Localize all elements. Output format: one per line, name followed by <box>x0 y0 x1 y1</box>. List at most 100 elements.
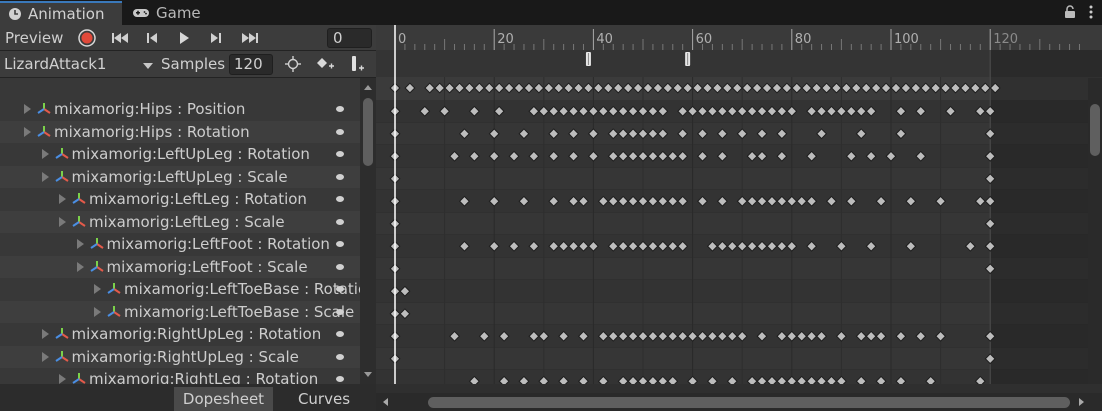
play-button[interactable] <box>169 27 199 49</box>
ruler-label: 80 <box>795 32 812 47</box>
foldout-arrow-icon[interactable] <box>24 104 31 115</box>
property-row[interactable]: mixamorig:LeftToeBase : Rotation <box>0 278 360 301</box>
tab-dopesheet[interactable]: Dopesheet <box>174 387 273 411</box>
property-row[interactable]: mixamorig:LeftToeBase : Scale <box>0 300 360 323</box>
foldout-arrow-icon[interactable] <box>94 306 101 317</box>
property-row[interactable]: mixamorig:RightLeg : Rotation <box>0 368 360 384</box>
curve-visibility-icon[interactable] <box>336 263 344 270</box>
lock-icon[interactable] <box>1064 5 1076 19</box>
tab-game[interactable]: Game <box>124 1 224 25</box>
crosshair-icon <box>285 56 301 72</box>
timeline-scrollbar[interactable] <box>376 393 1102 411</box>
property-hierarchy: mixamorig:Hips : Position mixamorig:Hips … <box>0 78 360 384</box>
transform-icon <box>72 193 86 205</box>
snap-button[interactable] <box>278 53 308 75</box>
ruler-label: 100 <box>894 32 919 47</box>
property-label: mixamorig:LeftUpLeg : Scale <box>71 167 288 186</box>
tab-bar: Animation Game <box>0 0 1102 25</box>
curve-visibility-icon[interactable] <box>336 128 344 135</box>
more-options-icon[interactable] <box>1088 4 1094 20</box>
property-row[interactable]: mixamorig:LeftLeg : Scale <box>0 210 360 233</box>
property-row[interactable]: mixamorig:LeftUpLeg : Rotation <box>0 143 360 166</box>
skip-to-end-icon <box>242 33 258 43</box>
event-marker-line <box>587 53 589 65</box>
foldout-arrow-icon[interactable] <box>24 126 31 137</box>
transform-icon <box>54 328 69 340</box>
gamepad-icon <box>133 9 149 17</box>
clip-dropdown[interactable]: LizardAttack1 <box>0 53 157 75</box>
clip-name: LizardAttack1 <box>4 55 107 73</box>
clip-toolbar: LizardAttack1 Samples 120 <box>0 51 376 78</box>
dopesheet[interactable]: 0 20 40 60 80 100 120 <box>376 25 1102 384</box>
curve-visibility-icon[interactable] <box>336 286 344 292</box>
foldout-arrow-icon[interactable] <box>59 194 66 205</box>
transform-icon <box>89 238 104 250</box>
dopesheet-scrollbar[interactable] <box>1088 78 1102 384</box>
event-marker-line <box>687 53 689 65</box>
transform-icon <box>89 260 104 272</box>
curve-visibility-icon[interactable] <box>336 173 344 180</box>
curve-visibility-icon[interactable] <box>336 151 344 157</box>
record-button[interactable] <box>72 27 102 49</box>
foldout-arrow-icon[interactable] <box>59 374 66 384</box>
foldout-arrow-icon[interactable] <box>76 261 84 272</box>
foldout-arrow-icon[interactable] <box>41 329 49 340</box>
property-label: mixamorig:RightUpLeg : Rotation <box>71 325 322 344</box>
ruler-label: 120 <box>993 32 1018 47</box>
curve-visibility-icon[interactable] <box>336 376 344 382</box>
dopesheet-canvas[interactable]: 0 20 40 60 80 100 120 <box>376 25 1102 384</box>
foldout-arrow-icon[interactable] <box>76 239 84 250</box>
scroll-up-icon[interactable] <box>364 85 372 90</box>
tab-animation-label: Animation <box>28 5 105 23</box>
samples-field[interactable]: 120 <box>229 54 273 75</box>
property-row[interactable]: mixamorig:LeftUpLeg : Scale <box>0 165 360 188</box>
clock-icon <box>9 8 21 20</box>
preview-button[interactable]: Preview <box>0 27 68 49</box>
hierarchy-scroll-thumb[interactable] <box>363 98 373 166</box>
property-row[interactable]: mixamorig:Hips : Rotation <box>0 120 360 143</box>
curve-visibility-icon[interactable] <box>336 331 344 337</box>
tab-game-label: Game <box>156 4 201 22</box>
curve-visibility-icon[interactable] <box>336 241 344 247</box>
previous-keyframe-button[interactable] <box>137 27 167 49</box>
tab-animation[interactable]: Animation <box>0 1 122 25</box>
first-keyframe-button[interactable] <box>105 27 135 49</box>
scroll-right-icon[interactable] <box>1079 398 1084 406</box>
transform-icon <box>54 170 69 182</box>
scroll-left-icon[interactable] <box>383 398 388 406</box>
current-frame-field[interactable]: 0 <box>327 28 372 48</box>
view-mode-tabs: Dopesheet Curves <box>0 384 376 411</box>
property-label: mixamorig:Hips : Rotation <box>54 122 250 141</box>
ruler-label: 40 <box>596 32 613 47</box>
transform-icon <box>37 103 51 115</box>
property-row[interactable]: mixamorig:RightUpLeg : Rotation <box>0 323 360 346</box>
property-label: mixamorig:LeftLeg : Rotation <box>89 190 307 209</box>
curve-visibility-icon[interactable] <box>336 106 344 112</box>
foldout-arrow-icon[interactable] <box>94 284 101 295</box>
foldout-arrow-icon[interactable] <box>59 216 66 227</box>
hierarchy-scrollbar[interactable] <box>360 78 376 384</box>
transform-icon <box>107 305 121 317</box>
tab-curves[interactable]: Curves <box>279 387 369 411</box>
foldout-arrow-icon[interactable] <box>41 149 49 160</box>
scroll-down-icon[interactable] <box>364 372 372 377</box>
dopesheet-scroll-thumb[interactable] <box>1090 104 1100 156</box>
curve-visibility-icon[interactable] <box>336 218 344 225</box>
property-row[interactable]: mixamorig:LeftLeg : Rotation <box>0 188 360 211</box>
property-row[interactable]: mixamorig:LeftFoot : Rotation <box>0 233 360 256</box>
add-event-button[interactable] <box>342 53 372 75</box>
property-row[interactable]: mixamorig:Hips : Position <box>0 98 360 121</box>
property-row[interactable]: mixamorig:LeftFoot : Scale <box>0 255 360 278</box>
curve-visibility-icon[interactable] <box>336 196 344 202</box>
foldout-arrow-icon[interactable] <box>41 351 49 362</box>
curve-visibility-icon[interactable] <box>336 353 344 360</box>
last-keyframe-button[interactable] <box>235 27 265 49</box>
timeline-scroll-thumb[interactable] <box>428 397 1070 408</box>
property-row[interactable]: mixamorig:RightUpLeg : Scale <box>0 345 360 368</box>
next-keyframe-button[interactable] <box>201 27 231 49</box>
add-keyframe-button[interactable] <box>310 53 340 75</box>
step-forward-icon <box>211 33 221 43</box>
curve-visibility-icon[interactable] <box>336 308 344 315</box>
ruler-label: 0 <box>398 32 406 47</box>
foldout-arrow-icon[interactable] <box>41 171 49 182</box>
